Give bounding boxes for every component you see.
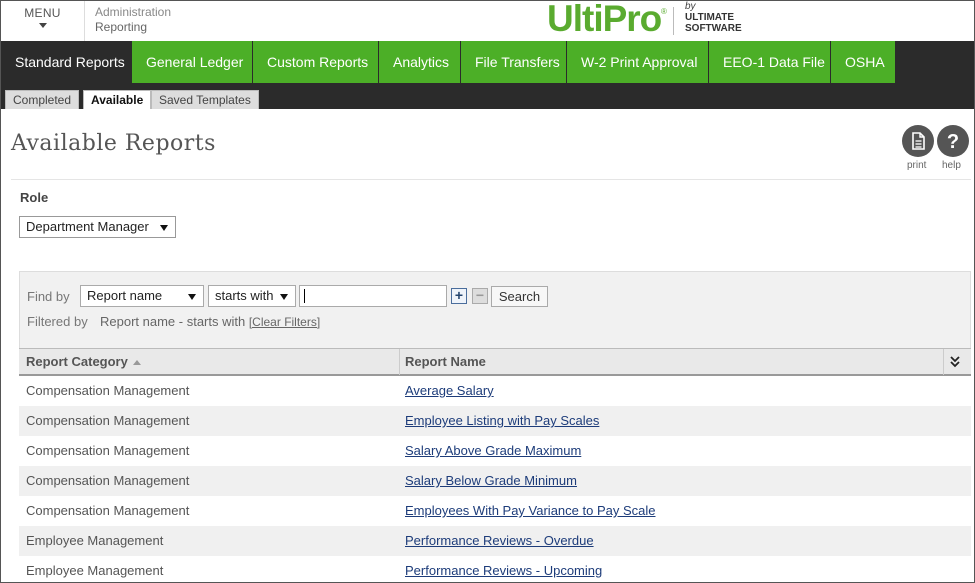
report-category-cell: Compensation Management (26, 443, 190, 458)
col-report-name[interactable]: Report Name (405, 349, 486, 375)
dropdown-arrow-icon (188, 294, 196, 300)
search-button[interactable]: Search (491, 286, 548, 307)
dropdown-arrow-icon (280, 294, 288, 300)
role-select[interactable]: Department Manager (19, 216, 176, 238)
help-label: help (942, 160, 961, 171)
breadcrumb-section[interactable]: Administration (95, 5, 171, 20)
role-select-value: Department Manager (26, 219, 149, 234)
text-cursor (304, 289, 305, 303)
print-button[interactable] (902, 125, 934, 157)
report-name-link[interactable]: Salary Below Grade Minimum (405, 466, 577, 496)
table-row: Employee Management Performance Reviews … (19, 556, 971, 583)
question-icon: ? (947, 131, 959, 153)
filtered-by-label: Filtered by (27, 314, 88, 329)
subtab-saved-templates[interactable]: Saved Templates (151, 90, 259, 109)
tab-osha[interactable]: OSHA (831, 41, 896, 83)
logo-company: ULTIMATE SOFTWARE (685, 12, 742, 34)
logo-text: UltiPro (547, 0, 662, 39)
report-category-cell: Compensation Management (26, 473, 190, 488)
subtab-completed[interactable]: Completed (5, 90, 80, 109)
tab-file-transfers[interactable]: File Transfers (461, 41, 567, 83)
report-name-link[interactable]: Salary Above Grade Maximum (405, 436, 581, 466)
svg-text:?: ? (947, 131, 959, 153)
find-by-operator-select[interactable]: starts with (208, 285, 296, 307)
table-row: Compensation Management Average Salary (19, 376, 971, 406)
tab-general-ledger[interactable]: General Ledger (132, 41, 253, 83)
help-button[interactable]: ? (937, 125, 969, 157)
table-row: Compensation Management Employee Listing… (19, 406, 971, 436)
filter-panel: Find by Report name starts with + − Sear… (19, 271, 971, 349)
find-by-field-select[interactable]: Report name (80, 285, 204, 307)
breadcrumb: Administration Reporting (95, 5, 171, 35)
breadcrumb-page: Reporting (95, 20, 148, 34)
report-name-link[interactable]: Employees With Pay Variance to Pay Scale (405, 496, 656, 526)
report-name-link[interactable]: Performance Reviews - Overdue (405, 526, 594, 556)
tab-eeo1-data-file[interactable]: EEO-1 Data File (709, 41, 831, 83)
menu-label: MENU (24, 6, 61, 20)
table-row: Compensation Management Salary Below Gra… (19, 466, 971, 496)
column-divider (943, 349, 944, 375)
remove-filter-button[interactable]: − (472, 288, 488, 304)
subtab-available[interactable]: Available (83, 90, 152, 109)
table-row: Employee Management Performance Reviews … (19, 526, 971, 556)
column-options-button[interactable] (949, 349, 965, 375)
report-name-link[interactable]: Employee Listing with Pay Scales (405, 406, 599, 436)
report-category-cell: Compensation Management (26, 413, 190, 428)
reports-table: Report Category Report Name Compensation… (19, 348, 971, 583)
logo-by: by (685, 1, 696, 12)
table-row: Compensation Management Salary Above Gra… (19, 436, 971, 466)
double-chevron-down-icon (950, 356, 960, 368)
table-header: Report Category Report Name (19, 348, 971, 376)
report-name-link[interactable]: Average Salary (405, 376, 494, 406)
tab-w2-print-approval[interactable]: W-2 Print Approval (567, 41, 709, 83)
filter-summary: Report name - starts with [Clear Filters… (100, 314, 321, 329)
table-row: Compensation Management Employees With P… (19, 496, 971, 526)
report-category-cell: Compensation Management (26, 503, 190, 518)
document-icon (912, 132, 925, 150)
search-input[interactable] (299, 285, 447, 307)
sort-ascending-icon (132, 360, 141, 366)
tab-custom-reports[interactable]: Custom Reports (253, 41, 379, 83)
column-divider (399, 349, 400, 375)
top-header: MENU Administration Reporting UltiPro ® … (1, 0, 974, 41)
role-label: Role (20, 190, 49, 205)
report-category-cell: Employee Management (26, 533, 164, 548)
print-label: print (907, 160, 927, 171)
divider (11, 179, 971, 180)
page-title: Available Reports (11, 131, 216, 156)
report-category-cell: Employee Management (26, 563, 164, 578)
dropdown-arrow-icon (160, 225, 168, 231)
find-by-label: Find by (27, 289, 70, 304)
tab-standard-reports[interactable]: Standard Reports (1, 41, 132, 83)
chevron-down-icon (38, 23, 47, 28)
add-filter-button[interactable]: + (451, 288, 467, 304)
tab-analytics[interactable]: Analytics (379, 41, 461, 83)
clear-filters-link[interactable]: [Clear Filters] (249, 315, 320, 329)
report-category-cell: Compensation Management (26, 383, 190, 398)
menu-button[interactable]: MENU (1, 1, 85, 41)
col-report-category[interactable]: Report Category (26, 349, 141, 375)
report-name-link[interactable]: Performance Reviews - Upcoming (405, 556, 602, 583)
logo-divider (673, 7, 674, 35)
main-nav: Standard Reports General Ledger Custom R… (1, 41, 974, 83)
sub-nav: Completed Available Saved Templates (1, 83, 974, 109)
